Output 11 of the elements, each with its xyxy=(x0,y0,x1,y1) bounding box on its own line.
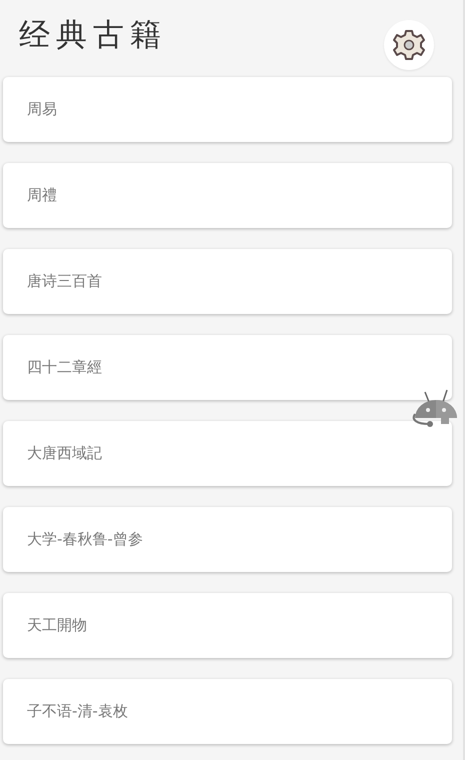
settings-button[interactable] xyxy=(384,20,434,70)
book-item[interactable]: 天工開物 xyxy=(3,593,452,658)
book-item[interactable]: 周易 xyxy=(3,77,452,142)
page-title: 经典古籍 xyxy=(19,16,167,55)
book-item[interactable]: 唐诗三百首 xyxy=(3,249,452,314)
book-item[interactable]: 四十二章經 xyxy=(3,335,452,400)
book-item[interactable]: 周禮 xyxy=(3,163,452,228)
book-item[interactable]: 大学-春秋鲁-曾参 xyxy=(3,507,452,572)
settings-icon xyxy=(391,27,427,63)
book-item[interactable]: 子不语-清-袁枚 xyxy=(3,679,452,744)
book-item[interactable]: 大唐西域記 xyxy=(3,421,452,486)
